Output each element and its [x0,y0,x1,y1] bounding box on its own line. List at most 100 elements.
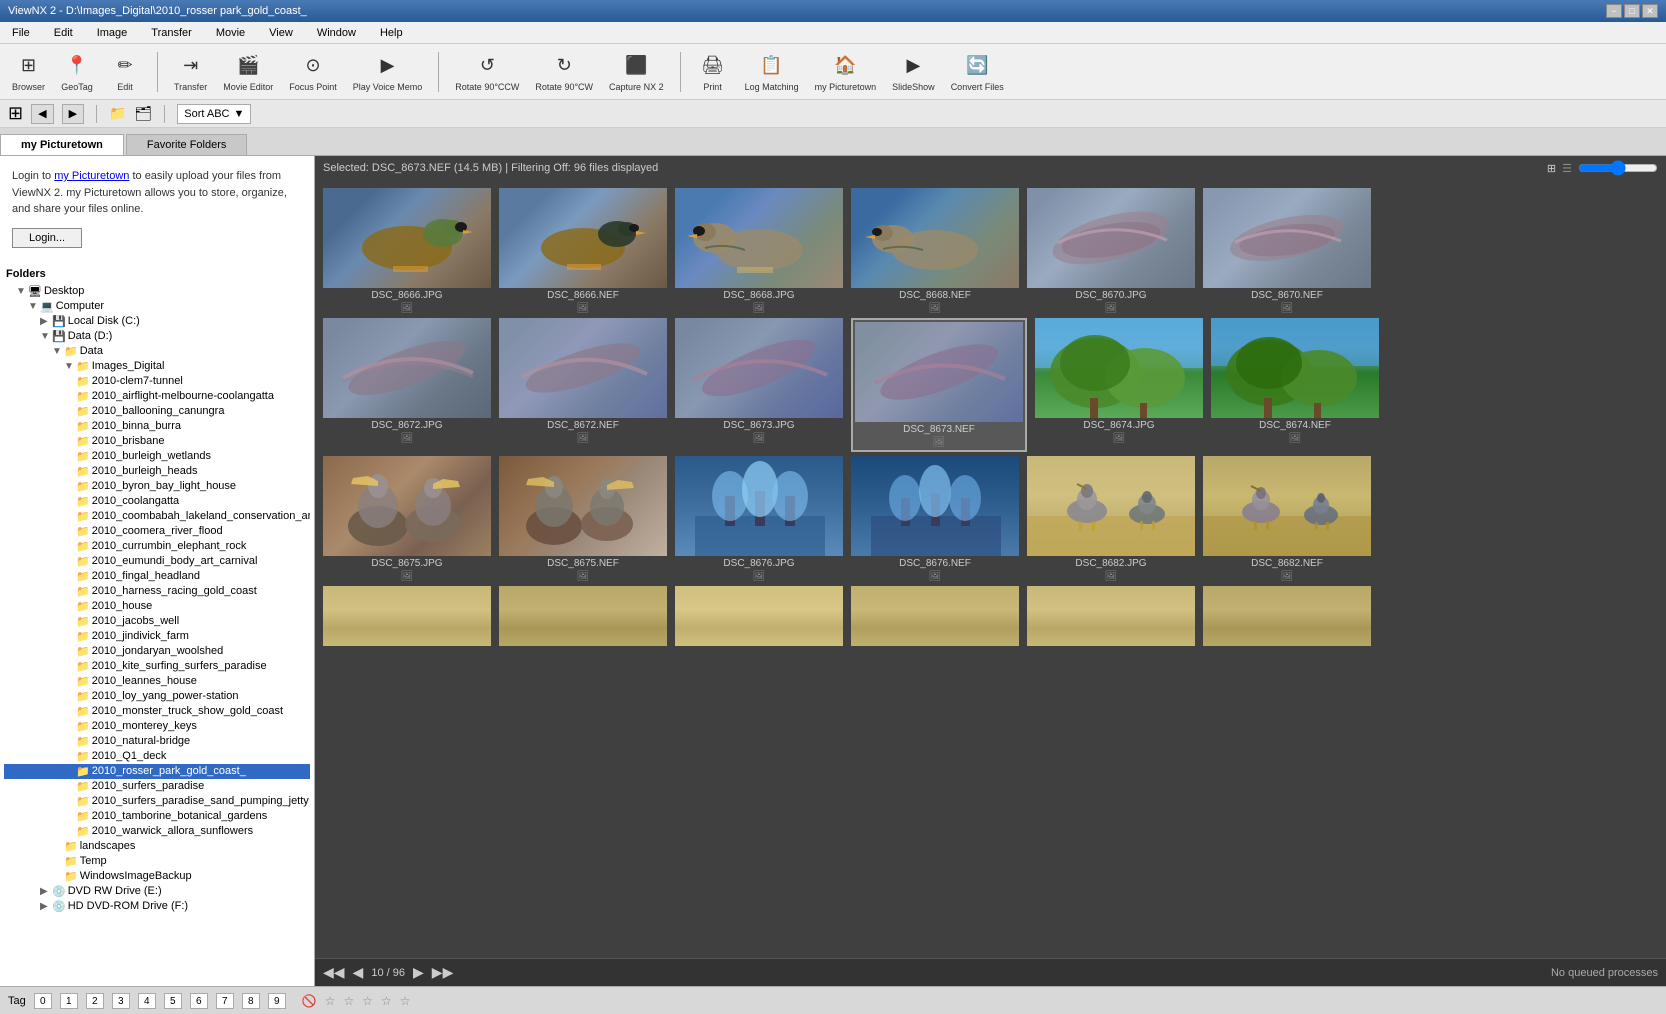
folder-item-harness[interactable]: 📁 2010_harness_racing_gold_coast [4,584,310,599]
rotate-ccw-button[interactable]: ↺ Rotate 90°CCW [451,50,523,94]
list-icon[interactable]: ☰ [1562,162,1572,175]
login-button[interactable]: Login... [12,228,82,248]
folder-item-eumundi[interactable]: 📁 2010_eumundi_body_art_carnival [4,554,310,569]
folder-item-kite[interactable]: 📁 2010_kite_surfing_surfers_paradise [4,659,310,674]
geotag-button[interactable]: 📍 GeoTag [57,50,97,94]
star-3[interactable]: ☆ [362,994,373,1008]
folder-item-data[interactable]: ▼ 📁 Data [4,344,310,359]
star-5[interactable]: ☆ [400,994,411,1008]
thumbnail-cell-t3[interactable]: DSC_8668.JPG 🖼 [675,188,843,314]
zoom-slider[interactable] [1578,160,1658,176]
tag-num-0[interactable]: 0 [34,993,52,1009]
tab-my-picturetown[interactable]: my Picturetown [0,134,124,155]
menu-file[interactable]: File [8,25,34,41]
star-2[interactable]: ☆ [343,994,354,1008]
folder-item-desktop[interactable]: ▼ 🖥 Desktop [4,284,310,299]
folder-item-coomera[interactable]: 📁 2010_coomera_river_flood [4,524,310,539]
thumbnail-cell-t23[interactable] [1027,586,1195,646]
thumbnail-cell-t9[interactable]: DSC_8673.JPG 🖼 [675,318,843,452]
folder-item-jacobs[interactable]: 📁 2010_jacobs_well [4,614,310,629]
thumbnail-cell-t14[interactable]: DSC_8675.NEF 🖼 [499,456,667,582]
nav-forward-button[interactable]: ▶ [62,104,84,124]
thumbnail-cell-t15[interactable]: DSC_8676.JPG 🖼 [675,456,843,582]
folder-item-jindivick[interactable]: 📁 2010_jindivick_farm [4,629,310,644]
my-picturetown-link[interactable]: my Picturetown [54,170,129,182]
slideshow-button[interactable]: ▶ SlideShow [888,50,939,94]
thumbnail-cell-t17[interactable]: DSC_8682.JPG 🖼 [1027,456,1195,582]
folder-item-burleigh-heads[interactable]: 📁 2010_burleigh_heads [4,464,310,479]
nav-next-button[interactable]: ▶ [413,964,424,981]
thumbnail-cell-t16[interactable]: DSC_8676.NEF 🖼 [851,456,1019,582]
tab-favorite-folders[interactable]: Favorite Folders [126,134,247,155]
tag-num-4[interactable]: 4 [138,993,156,1009]
folder-item-jondaryan[interactable]: 📁 2010_jondaryan_woolshed [4,644,310,659]
thumbnail-cell-t12[interactable]: DSC_8674.NEF 🖼 [1211,318,1379,452]
folder-item-surfers[interactable]: 📁 2010_surfers_paradise [4,779,310,794]
tag-num-9[interactable]: 9 [268,993,286,1009]
thumbnail-cell-t19[interactable] [323,586,491,646]
focus-point-button[interactable]: ⊙ Focus Point [285,50,341,94]
folder-item-tamborine[interactable]: 📁 2010_tamborine_botanical_gardens [4,809,310,824]
folder-item-coombabah[interactable]: 📁 2010_coombabah_lakeland_conservation_a… [4,509,310,524]
thumbnail-cell-t11[interactable]: DSC_8674.JPG 🖼 [1035,318,1203,452]
menu-transfer[interactable]: Transfer [147,25,196,41]
thumbnail-cell-t6[interactable]: DSC_8670.NEF 🖼 [1203,188,1371,314]
folder-item-leannes[interactable]: 📁 2010_leannes_house [4,674,310,689]
folder-item-currumbin[interactable]: 📁 2010_currumbin_elephant_rock [4,539,310,554]
nav-first-button[interactable]: ◀◀ [323,964,345,981]
folder-item-computer[interactable]: ▼ 💻 Computer [4,299,310,314]
tag-num-3[interactable]: 3 [112,993,130,1009]
menu-edit[interactable]: Edit [50,25,77,41]
folder-item-temp[interactable]: 📁 Temp [4,854,310,869]
menu-movie[interactable]: Movie [212,25,249,41]
my-picturetown-button[interactable]: 🏠 my Picturetown [811,50,881,94]
star-1[interactable]: ☆ [325,994,336,1008]
edit-button[interactable]: ✏ Edit [105,50,145,94]
sort-button[interactable]: Sort ABC ▼ [177,104,251,124]
rotate-cw-button[interactable]: ↻ Rotate 90°CW [531,50,597,94]
folder-item-hd-dvd[interactable]: ▶ 💿 HD DVD-ROM Drive (F:) [4,899,310,914]
play-voice-button[interactable]: ▶ Play Voice Memo [349,50,427,94]
thumbnail-cell-t13[interactable]: DSC_8675.JPG 🖼 [323,456,491,582]
thumbnail-cell-t22[interactable] [851,586,1019,646]
convert-files-button[interactable]: 🔄 Convert Files [947,50,1008,94]
folder-item-q1[interactable]: 📁 2010_Q1_deck [4,749,310,764]
nav-back-button[interactable]: ◀ [31,104,53,124]
folder-item-rosser[interactable]: 📁 2010_rosser_park_gold_coast_ [4,764,310,779]
tag-num-1[interactable]: 1 [60,993,78,1009]
minimize-button[interactable]: − [1606,4,1622,18]
thumbnail-cell-t10[interactable]: DSC_8673.NEF 🖼 [851,318,1027,452]
thumbnail-cell-t21[interactable] [675,586,843,646]
print-button[interactable]: 🖨 Print [693,50,733,94]
view-icon-btn[interactable]: 🗂 [134,105,152,122]
tag-num-5[interactable]: 5 [164,993,182,1009]
grid-view-icon[interactable]: ⊞ [8,103,23,124]
menu-help[interactable]: Help [376,25,407,41]
close-button[interactable]: ✕ [1642,4,1658,18]
menu-window[interactable]: Window [313,25,360,41]
transfer-button[interactable]: ⇥ Transfer [170,50,211,94]
tag-num-2[interactable]: 2 [86,993,104,1009]
folder-item-natural[interactable]: 📁 2010_natural-bridge [4,734,310,749]
folder-item-warwick[interactable]: 📁 2010_warwick_allora_sunflowers [4,824,310,839]
nav-prev-button[interactable]: ◀ [353,964,364,981]
folder-item-burleigh-wetlands[interactable]: 📁 2010_burleigh_wetlands [4,449,310,464]
movie-editor-button[interactable]: 🎬 Movie Editor [219,50,277,94]
folder-item-binna[interactable]: 📁 2010_binna_burra [4,419,310,434]
star-4[interactable]: ☆ [381,994,392,1008]
menu-view[interactable]: View [265,25,297,41]
thumbnail-cell-t7[interactable]: DSC_8672.JPG 🖼 [323,318,491,452]
grid-icon[interactable]: ⊞ [1547,162,1556,175]
folder-icon-btn[interactable]: 📁 [109,105,126,122]
folder-item-airflight[interactable]: 📁 2010_airflight-melbourne-coolangatta [4,389,310,404]
nav-last-button[interactable]: ▶▶ [432,964,454,981]
log-matching-button[interactable]: 📋 Log Matching [741,50,803,94]
thumbnail-cell-t1[interactable]: DSC_8666.JPG 🖼 [323,188,491,314]
thumbnail-cell-t5[interactable]: DSC_8670.JPG 🖼 [1027,188,1195,314]
thumbnail-cell-t18[interactable]: DSC_8682.NEF 🖼 [1203,456,1371,582]
folder-item-house[interactable]: 📁 2010_house [4,599,310,614]
folder-item-2010-clem7[interactable]: 📁 2010-clem7-tunnel [4,374,310,389]
folder-item-monterey[interactable]: 📁 2010_monterey_keys [4,719,310,734]
folder-item-fingal[interactable]: 📁 2010_fingal_headland [4,569,310,584]
folder-item-monster[interactable]: 📁 2010_monster_truck_show_gold_coast [4,704,310,719]
